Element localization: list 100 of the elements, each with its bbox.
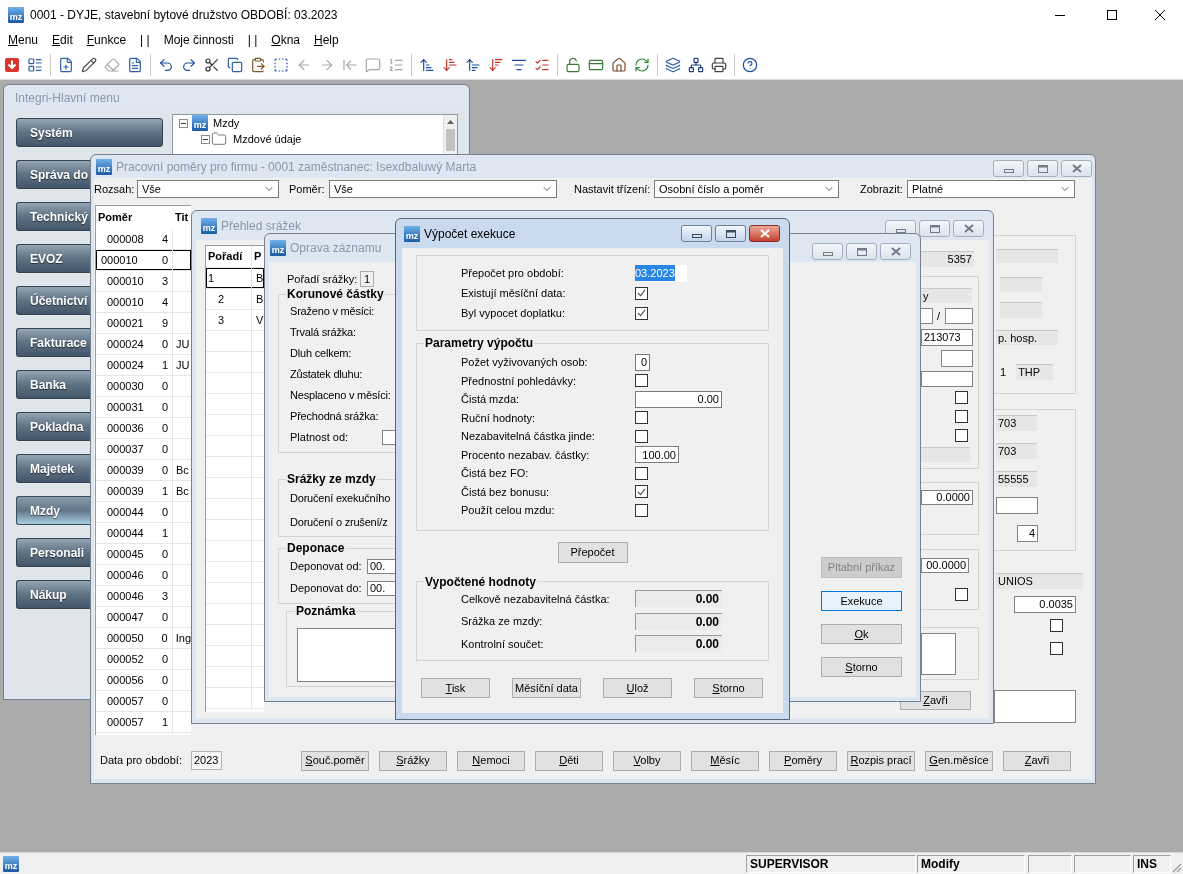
column-header[interactable]: Pořadí (208, 248, 243, 265)
module-button[interactable]: Správa do (16, 160, 91, 189)
maximize-button[interactable] (846, 243, 877, 260)
expander-icon[interactable] (179, 118, 188, 128)
input-field[interactable] (921, 308, 933, 324)
module-button[interactable]: Majetek (16, 454, 91, 483)
action-button[interactable]: Gen.měsíce (925, 750, 993, 771)
input-field[interactable]: 4 (1017, 525, 1038, 542)
menu-item[interactable]: | | (247, 32, 258, 48)
checkbox[interactable] (635, 429, 648, 443)
file-plus-icon[interactable] (58, 56, 74, 73)
close-icon[interactable] (1155, 10, 1165, 20)
module-button[interactable]: Účetnictví (16, 286, 91, 315)
module-button[interactable]: Technický (16, 202, 91, 231)
input-field[interactable]: 00.0000 (921, 558, 969, 573)
module-button[interactable]: Fakturace (16, 328, 91, 357)
arrow-down-icon[interactable] (4, 56, 20, 73)
text-area[interactable] (297, 628, 395, 682)
printer-icon[interactable] (711, 56, 727, 73)
layout-list-icon[interactable] (27, 56, 43, 73)
scrollbar[interactable] (443, 115, 457, 156)
home-icon[interactable] (611, 56, 627, 73)
menu-item[interactable]: Okna (271, 32, 300, 48)
input-field[interactable] (921, 371, 973, 387)
table-row[interactable]: 1 B (206, 268, 264, 289)
input-field[interactable]: 03.2023 (635, 264, 687, 282)
tree-item[interactable]: Mzdové údaje (233, 130, 302, 148)
menu-item[interactable]: Help (314, 32, 339, 48)
paste-icon[interactable] (250, 56, 266, 73)
expander-icon[interactable] (201, 134, 210, 144)
tree-item[interactable]: Mzdy (213, 114, 240, 132)
action-button[interactable]: Měsíc (691, 750, 759, 771)
checkbox[interactable] (955, 429, 968, 442)
column-header[interactable]: Poměr (98, 211, 133, 224)
action-button[interactable]: Storno (694, 678, 763, 698)
action-button[interactable]: Nemoci (457, 750, 525, 771)
close-button[interactable] (749, 225, 780, 242)
checkbox[interactable] (955, 410, 968, 423)
text-area[interactable] (994, 690, 1076, 723)
checkbox[interactable] (955, 588, 968, 601)
action-button[interactable]: Děti (535, 750, 603, 771)
minimize-button[interactable] (812, 243, 843, 260)
menu-item[interactable]: | | (140, 32, 150, 48)
action-button[interactable]: Poměry (769, 750, 837, 771)
close-button[interactable] (1061, 160, 1092, 177)
maximize-button[interactable] (1027, 160, 1058, 177)
action-button[interactable]: Zavři (1003, 750, 1071, 771)
redo-icon[interactable] (181, 56, 197, 73)
input-field[interactable]: 213073 (921, 329, 973, 346)
minimize-icon[interactable] (1055, 14, 1065, 16)
input-field[interactable]: 0 (635, 353, 650, 371)
column-header[interactable]: Tit (175, 211, 189, 224)
document-icon[interactable] (127, 56, 143, 73)
copy-icon[interactable] (227, 56, 243, 73)
help-icon[interactable] (742, 56, 758, 73)
column-header[interactable]: P (254, 250, 262, 263)
minimize-button[interactable] (681, 225, 712, 242)
maximize-button[interactable] (715, 225, 746, 242)
action-button[interactable]: Souč.poměr (301, 750, 369, 771)
maximize-icon[interactable] (1107, 10, 1117, 20)
input-field[interactable]: 00. (367, 558, 395, 574)
action-button[interactable]: Přepočet (557, 541, 628, 563)
menu-item[interactable]: Edit (52, 32, 73, 48)
maximize-button[interactable] (919, 220, 950, 237)
checkbox[interactable] (635, 411, 648, 425)
action-button[interactable]: Volby (613, 750, 681, 771)
dropdown[interactable]: Vše (329, 180, 557, 198)
input-field[interactable]: 100.00 (635, 446, 679, 464)
menu-item[interactable]: Moje činnosti (163, 32, 234, 48)
period-field[interactable]: 2023 (191, 751, 222, 770)
action-button[interactable]: Ok (821, 624, 902, 644)
sitemap-icon[interactable] (688, 56, 704, 73)
checkbox[interactable] (635, 286, 648, 300)
table-row[interactable]: 000057 1 (96, 712, 191, 733)
module-button[interactable]: Pokladna (16, 412, 91, 441)
module-button[interactable]: Personali (16, 538, 91, 567)
resize-grip-icon[interactable] (1172, 862, 1182, 873)
input-field[interactable] (382, 430, 395, 445)
module-button[interactable]: Systém (16, 118, 163, 147)
pencil-icon[interactable] (81, 56, 97, 73)
undo-icon[interactable] (158, 56, 174, 73)
padlock-icon[interactable] (565, 56, 581, 73)
sort-descending-icon[interactable] (488, 56, 504, 73)
sort-ascending-icon[interactable] (419, 56, 435, 73)
menu-item[interactable]: Menu (8, 32, 39, 48)
checkbox[interactable] (1050, 619, 1063, 632)
menu-item[interactable]: Funkce (86, 32, 127, 48)
input-field[interactable]: 0.0035 (1014, 596, 1076, 613)
checkbox[interactable] (635, 374, 648, 388)
action-button[interactable]: Storno (821, 657, 902, 677)
module-button[interactable]: Nákup (16, 580, 91, 609)
action-button[interactable]: Měsíční data (512, 678, 581, 698)
module-button[interactable]: Mzdy (16, 496, 91, 525)
close-button[interactable] (953, 220, 984, 237)
checkbox[interactable] (1050, 642, 1063, 655)
scrollbar-thumb[interactable] (446, 129, 455, 151)
minimize-button[interactable] (993, 160, 1024, 177)
sort-descending-icon[interactable] (442, 56, 458, 73)
action-button[interactable]: Srážky (379, 750, 447, 771)
dropdown[interactable]: Platné (907, 180, 1075, 198)
